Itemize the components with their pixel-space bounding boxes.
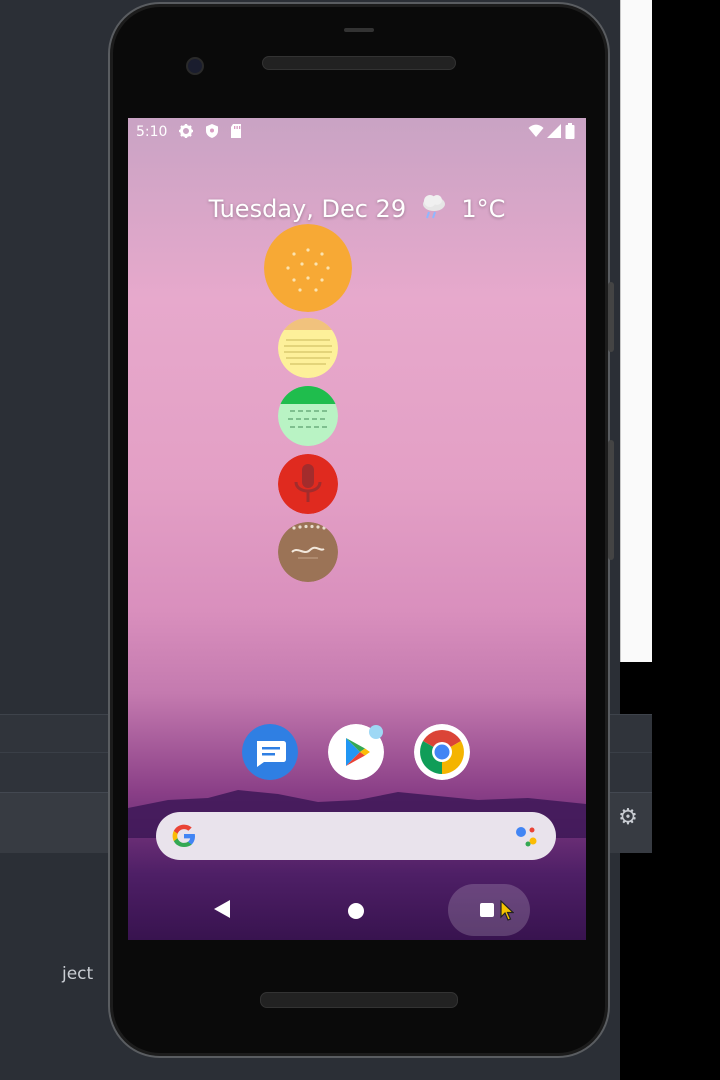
gear-icon[interactable]: ⚙: [614, 804, 642, 832]
earpiece-speaker: [262, 56, 456, 70]
signal-icon: [547, 124, 561, 138]
ide-side-panel: [620, 0, 653, 662]
sd-card-icon: [231, 124, 241, 138]
notebook-app-icon[interactable]: [278, 522, 338, 582]
status-time: 5:10: [136, 124, 168, 140]
google-logo-icon: [172, 824, 195, 847]
notification-dot-icon: [369, 725, 383, 739]
front-camera: [186, 57, 204, 75]
google-search-bar[interactable]: [156, 812, 556, 860]
shield-icon: [206, 124, 218, 138]
cookie-app-icon[interactable]: [264, 224, 352, 312]
mouse-cursor-icon: [500, 900, 514, 921]
temperature-text: 1°C: [461, 195, 506, 223]
settings-icon: [179, 124, 193, 138]
home-button[interactable]: [348, 903, 364, 919]
ide-project-label: ject: [62, 964, 94, 984]
back-button[interactable]: [214, 900, 230, 918]
chrome-app-icon[interactable]: [414, 724, 470, 780]
date-weather-widget[interactable]: Tuesday, Dec 29 1°C: [128, 194, 586, 223]
status-bar: 5:10: [128, 118, 586, 146]
phone-screen: 5:10 Tuesday, Dec 29 1°C: [128, 118, 586, 940]
calendar-app-icon[interactable]: [278, 386, 338, 446]
wifi-icon: [528, 124, 544, 137]
cloud-rain-icon: [422, 195, 445, 219]
date-text: Tuesday, Dec 29: [208, 195, 407, 223]
recents-icon: [480, 903, 494, 917]
power-button[interactable]: [608, 282, 614, 352]
voice-recorder-app-icon[interactable]: [278, 454, 338, 514]
messages-app-icon[interactable]: [242, 724, 298, 780]
phone-top-slot: [344, 28, 374, 32]
battery-icon: [565, 123, 575, 139]
volume-button[interactable]: [608, 440, 614, 560]
recents-button[interactable]: [448, 884, 530, 936]
notes-app-icon[interactable]: [278, 318, 338, 378]
bottom-speaker: [260, 992, 458, 1008]
google-assistant-icon[interactable]: [514, 824, 544, 848]
ide-right-strip: [652, 0, 720, 1080]
